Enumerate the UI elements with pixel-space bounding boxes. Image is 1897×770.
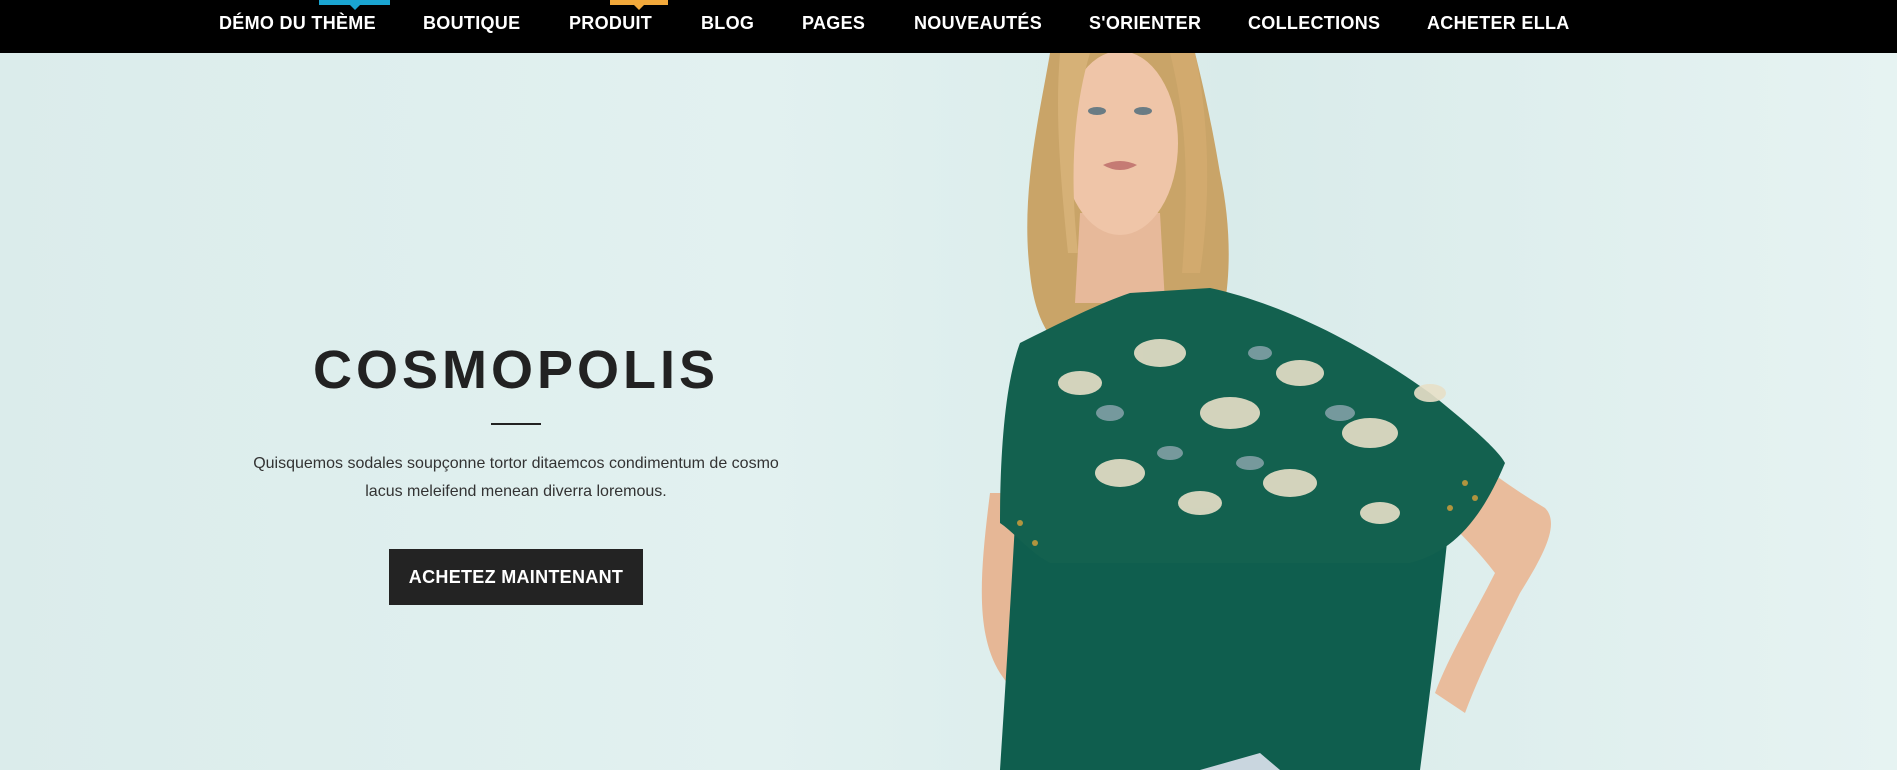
nav-item-collections[interactable]: COLLECTIONS	[1248, 13, 1380, 34]
nav-item-produit[interactable]: PRODUIT	[569, 13, 652, 34]
hero-title: COSMOPOLIS	[312, 340, 720, 400]
hero-banner: COSMOPOLIS Quisquemos sodales soupçonne …	[0, 53, 1897, 770]
nav-badge-demo	[319, 0, 390, 10]
nav-item-nouveautes[interactable]: NOUVEAUTÉS	[914, 13, 1042, 34]
hero-description: Quisquemos sodales soupçonne tortor dita…	[253, 455, 779, 500]
nav-badge-produit	[610, 0, 668, 10]
nav-item-demo-du-theme[interactable]: DÉMO DU THÈME	[219, 13, 376, 34]
nav-item-acheter-ella[interactable]: ACHETER ELLA	[1427, 13, 1570, 34]
title-divider	[491, 423, 541, 425]
model-image	[981, 53, 1551, 770]
nav-item-boutique[interactable]: BOUTIQUE	[423, 13, 520, 34]
nav-item-s-orienter[interactable]: S'ORIENTER	[1089, 13, 1201, 34]
main-navigation: DÉMO DU THÈME BOUTIQUE PRODUIT BLOG PAGE…	[0, 0, 1897, 53]
nav-item-pages[interactable]: PAGES	[802, 13, 865, 34]
shop-now-button[interactable]: ACHETEZ MAINTENANT	[389, 549, 643, 605]
nav-item-blog[interactable]: BLOG	[701, 13, 754, 34]
